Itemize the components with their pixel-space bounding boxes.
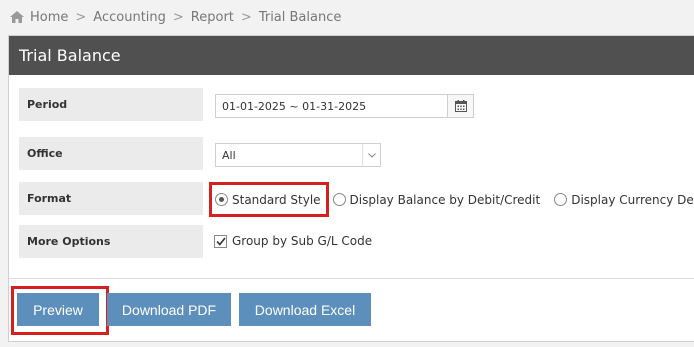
breadcrumb-home[interactable]: Home	[30, 10, 68, 25]
period-date-range-input[interactable]: 01-01-2025 ~ 01-31-2025	[215, 94, 474, 118]
breadcrumb-separator: >	[75, 9, 87, 25]
breadcrumb-separator: >	[172, 9, 184, 25]
office-label: Office	[19, 137, 203, 170]
group-by-sub-gl-option[interactable]: Group by Sub G/L Code	[214, 234, 372, 248]
format-row: Format	[19, 182, 203, 215]
preview-button[interactable]: Preview	[17, 293, 99, 326]
office-row: Office	[19, 137, 203, 170]
more-options-label: More Options	[19, 225, 203, 258]
form-divider	[9, 278, 694, 279]
chevron-down-icon[interactable]	[362, 144, 380, 166]
download-pdf-button[interactable]: Download PDF	[107, 293, 231, 326]
breadcrumb-report[interactable]: Report	[191, 10, 234, 25]
home-icon[interactable]	[10, 11, 24, 23]
period-label: Period	[19, 88, 203, 121]
panel-header: Trial Balance	[9, 36, 694, 75]
radio-label-debit-credit[interactable]: Display Balance by Debit/Credit	[350, 193, 541, 207]
breadcrumb-separator: >	[240, 9, 252, 25]
format-label: Format	[19, 182, 203, 215]
more-options-row: More Options	[19, 225, 203, 258]
office-select[interactable]: All	[215, 143, 381, 167]
format-option-debit-credit[interactable]: Display Balance by Debit/Credit	[332, 193, 541, 207]
radio-label-standard-style[interactable]: Standard Style	[232, 193, 321, 207]
radio-label-currency-detail[interactable]: Display Currency Detail	[571, 193, 694, 207]
breadcrumb: Home > Accounting > Report > Trial Balan…	[10, 8, 341, 26]
radio-currency-detail[interactable]	[554, 193, 568, 206]
radio-debit-credit[interactable]	[332, 193, 346, 206]
group-by-sub-gl-label[interactable]: Group by Sub G/L Code	[232, 234, 372, 248]
download-excel-button[interactable]: Download Excel	[239, 293, 371, 326]
calendar-icon[interactable]	[447, 95, 473, 117]
breadcrumb-accounting[interactable]: Accounting	[93, 10, 166, 25]
group-by-sub-gl-checkbox[interactable]	[214, 234, 227, 248]
panel-title: Trial Balance	[19, 46, 121, 65]
trial-balance-panel: Trial Balance Period 01-01-2025 ~ 01-31-…	[8, 35, 694, 342]
period-row: Period	[19, 88, 203, 121]
format-option-currency-detail[interactable]: Display Currency Detail	[554, 193, 694, 207]
radio-standard-style[interactable]	[215, 193, 228, 206]
format-radio-group: Standard Style Display Balance by Debit/…	[209, 182, 694, 217]
format-option-standard-style[interactable]: Standard Style	[209, 182, 329, 217]
office-value[interactable]: All	[216, 149, 362, 162]
period-value[interactable]: 01-01-2025 ~ 01-31-2025	[216, 100, 447, 113]
breadcrumb-trial-balance: Trial Balance	[258, 9, 342, 25]
